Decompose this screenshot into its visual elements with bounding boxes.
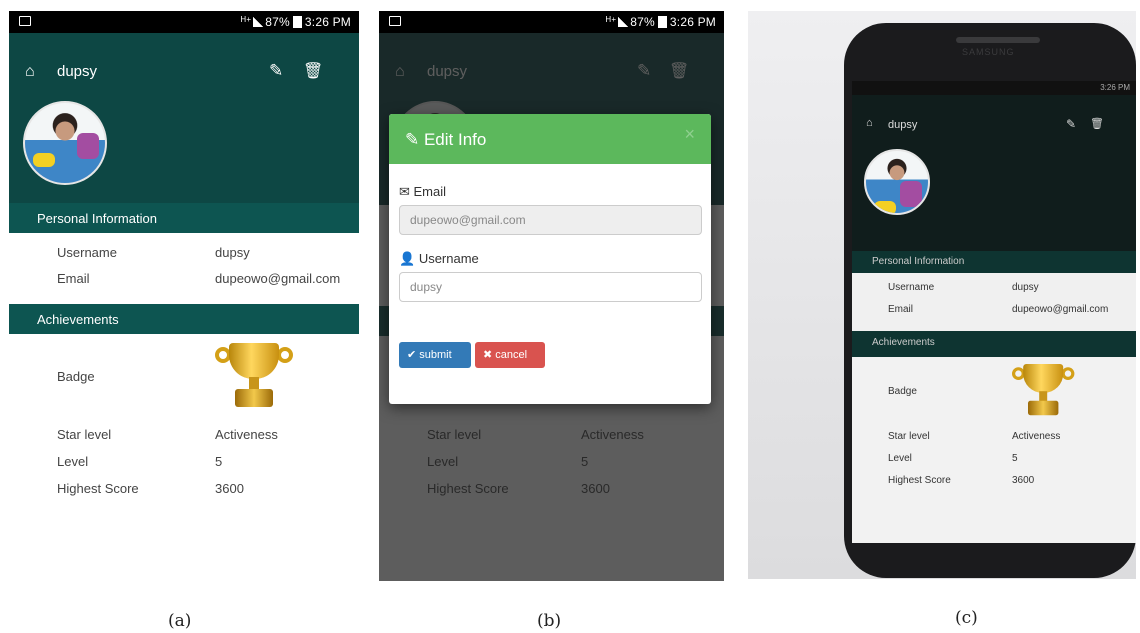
screen-status-bar: 3:26 PM [852, 81, 1136, 95]
status-right: H+ 87% 3:26 PM [240, 15, 351, 29]
times-icon: ✖ [483, 349, 496, 361]
caption-a: (a) [168, 611, 192, 631]
star-level-value: Activeness [215, 427, 278, 442]
signal-icon [618, 17, 629, 27]
avatar [864, 149, 930, 215]
score-label: Highest Score [57, 481, 139, 496]
username-label: Username [888, 282, 935, 293]
battery-percent: 87% [265, 15, 290, 29]
phone-device: SAMSUNG 3:26 PM ⌂ dupsy ✎ 🗑 Personal Inf… [844, 23, 1136, 578]
network-icon: H+ [605, 15, 617, 24]
achievements-header: Achievements [9, 304, 359, 334]
status-bar: H+ 87% 3:26 PM [379, 11, 724, 33]
screen-title: dupsy [888, 119, 918, 131]
modal-header: ✎ Edit Info × [389, 114, 711, 164]
cancel-button[interactable]: ✖ cancel [475, 342, 545, 368]
speaker [956, 37, 1040, 43]
edit-icon: ✎ [405, 130, 424, 149]
modal-title: ✎ Edit Info [405, 130, 487, 149]
username-field-label: 👤 Username [399, 251, 479, 266]
badge-label: Badge [888, 386, 917, 397]
score-value: 3600 [215, 481, 244, 496]
battery-icon [292, 16, 302, 28]
submit-button[interactable]: ✔ submit [399, 342, 471, 368]
trash-icon: 🗑 [1090, 118, 1104, 130]
email-label: Email [57, 271, 90, 286]
level-label: Level [57, 454, 89, 469]
personal-info-header: Personal Information [852, 251, 1136, 273]
check-icon: ✔ [407, 349, 420, 361]
level-value: 5 [215, 454, 223, 469]
status-right: H+ 87% 3:26 PM [605, 15, 716, 29]
status-time: 3:26 PM [669, 15, 716, 29]
score-value: 3600 [1012, 475, 1035, 486]
edit-icon: ✎ [1066, 117, 1077, 131]
envelope-icon: ✉ [399, 184, 414, 199]
app-header: ⌂ dupsy ✎ 🗑 [9, 33, 359, 205]
avatar [23, 101, 107, 185]
gallery-icon [389, 16, 401, 26]
score-label: Highest Score [888, 475, 951, 486]
star-level-label: Star level [57, 427, 112, 442]
username-value: dupsy [1012, 282, 1039, 293]
email-value: dupeowo@gmail.com [215, 271, 341, 286]
panel-c: SAMSUNG 3:26 PM ⌂ dupsy ✎ 🗑 Personal Inf… [748, 11, 1136, 579]
close-icon[interactable]: × [684, 124, 695, 145]
phone-screen: 3:26 PM ⌂ dupsy ✎ 🗑 Personal Information… [852, 81, 1136, 543]
star-level-value: Activeness [1012, 431, 1061, 442]
edit-info-modal: ✎ Edit Info × ✉ Email dupeowo@gmail.com … [389, 114, 711, 404]
caption-c: (c) [955, 608, 978, 628]
email-field[interactable]: dupeowo@gmail.com [399, 205, 702, 235]
caption-b: (b) [537, 611, 562, 631]
star-level-label: Star level [888, 431, 930, 442]
panel-a: H+ 87% 3:26 PM ⌂ dupsy ✎ 🗑 Personal Inform… [9, 11, 359, 581]
email-value: dupeowo@gmail.com [1012, 304, 1109, 315]
trash-icon[interactable]: 🗑 [303, 61, 323, 81]
status-bar: H+ 87% 3:26 PM [9, 11, 359, 33]
personal-info-header: Personal Information [9, 203, 359, 233]
user-icon: 👤 [399, 251, 419, 266]
page-title: dupsy [57, 63, 98, 80]
home-icon[interactable]: ⌂ [25, 63, 35, 81]
home-icon: ⌂ [866, 117, 873, 129]
trophy-icon [215, 343, 293, 413]
username-value: dupsy [215, 245, 250, 260]
battery-icon [657, 16, 667, 28]
username-label: Username [57, 245, 117, 260]
badge-label: Badge [57, 369, 95, 384]
achievements-header: Achievements [852, 331, 1136, 357]
email-label: Email [888, 304, 914, 315]
level-value: 5 [1012, 453, 1018, 464]
gallery-icon [19, 16, 31, 26]
brand-logo: SAMSUNG [962, 47, 1015, 57]
status-time: 3:26 PM [304, 15, 351, 29]
username-field[interactable]: dupsy [399, 272, 702, 302]
email-field-label: ✉ Email [399, 184, 447, 199]
battery-percent: 87% [630, 15, 655, 29]
screen-status-time: 3:26 PM [1100, 83, 1130, 92]
trophy-icon [1012, 364, 1075, 420]
screen-header: ⌂ dupsy ✎ 🗑 [852, 95, 1136, 251]
network-icon: H+ [240, 15, 252, 24]
panel-b: H+87%3:26 PM ⌂ dupsy ✎ 🗑 Star level Acti… [379, 11, 724, 581]
edit-icon[interactable]: ✎ [269, 61, 283, 81]
achievements-body [852, 357, 1136, 543]
level-label: Level [888, 453, 912, 464]
signal-icon [253, 17, 264, 27]
